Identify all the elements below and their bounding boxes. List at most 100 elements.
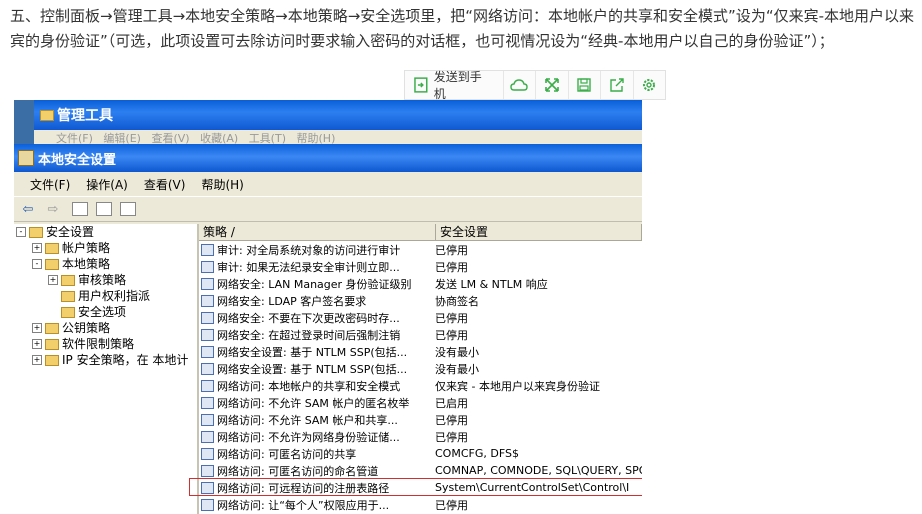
tree-item[interactable]: + 软件限制策略 bbox=[14, 336, 197, 352]
table-row[interactable]: 网络安全: 在超过登录时间后强制注销 已停用 bbox=[199, 326, 642, 343]
table-row[interactable]: 审计: 如果无法纪录安全审计则立即... 已停用 bbox=[199, 258, 642, 275]
menu-file[interactable]: 文件(F) bbox=[30, 176, 70, 193]
export-list-icon[interactable] bbox=[96, 202, 112, 216]
folder-icon bbox=[29, 226, 43, 238]
policy-name: 网络访问: 不允许为网络身份验证储... bbox=[217, 430, 400, 444]
policy-name: 网络安全: LDAP 客户签名要求 bbox=[217, 294, 367, 308]
settings-button[interactable] bbox=[634, 71, 665, 99]
expand-icon[interactable]: + bbox=[48, 275, 58, 285]
share-button[interactable] bbox=[601, 71, 634, 99]
policy-name: 网络访问: 可匿名访问的共享 bbox=[217, 447, 357, 461]
policy-name: 网络安全: 不要在下次更改密码时存... bbox=[217, 311, 400, 325]
table-row[interactable]: 网络安全: LAN Manager 身份验证级别 发送 LM & NTLM 响应 bbox=[199, 275, 642, 292]
policy-name: 审计: 对全局系统对象的访问进行审计 bbox=[217, 243, 401, 257]
policy-list: 策略 / 安全设置 审计: 对全局系统对象的访问进行审计 已停用 审计: 如果无法纪… bbox=[199, 224, 642, 514]
list-header: 策略 / 安全设置 bbox=[199, 224, 642, 241]
tree-item[interactable]: 安全选项 bbox=[14, 304, 197, 320]
table-row[interactable]: 审计: 对全局系统对象的访问进行审计 已停用 bbox=[199, 241, 642, 258]
table-row[interactable]: 网络安全设置: 基于 NTLM SSP(包括... 没有最小 bbox=[199, 360, 642, 377]
table-row[interactable]: 网络安全: 不要在下次更改密码时存... 已停用 bbox=[199, 309, 642, 326]
table-row[interactable]: 网络访问: 可匿名访问的共享 COMCFG, DFS$ bbox=[199, 445, 642, 462]
tree-item[interactable]: - 安全设置 bbox=[14, 224, 197, 240]
embedded-screenshot: 管理工具 文件(F) 编辑(E) 查看(V) 收藏(A) 工具(T) 帮助(H)… bbox=[14, 100, 642, 514]
folder-icon bbox=[45, 242, 59, 254]
policy-setting: 已停用 bbox=[435, 243, 468, 257]
policy-icon bbox=[201, 260, 214, 273]
settings-icon bbox=[643, 79, 656, 91]
policy-icon bbox=[201, 464, 214, 477]
policy-icon bbox=[201, 362, 214, 375]
table-row[interactable]: 网络安全设置: 基于 NTLM SSP(包括... 没有最小 bbox=[199, 343, 642, 360]
expand-button[interactable] bbox=[536, 71, 569, 99]
expand-icon[interactable]: + bbox=[32, 243, 42, 253]
policy-setting: 已停用 bbox=[435, 260, 468, 274]
tree-item[interactable]: + IP 安全策略，在 本地计 bbox=[14, 352, 197, 368]
send-to-phone-button[interactable]: 发送到手机 bbox=[405, 70, 504, 101]
tree-item-label: 公钥策略 bbox=[62, 321, 111, 335]
menu-help[interactable]: 帮助(H) bbox=[201, 176, 243, 193]
security-icon bbox=[18, 150, 34, 166]
table-row[interactable]: 网络访问: 不允许为网络身份验证储... 已停用 bbox=[199, 428, 642, 445]
toolbar: ⇦ ⇨ bbox=[14, 196, 642, 222]
folder-icon bbox=[40, 109, 54, 121]
collapse-icon[interactable]: - bbox=[32, 259, 42, 269]
up-folder-icon[interactable] bbox=[72, 202, 88, 216]
table-row[interactable]: 网络安全: LDAP 客户签名要求 协商签名 bbox=[199, 292, 642, 309]
column-policy[interactable]: 策略 / bbox=[199, 224, 436, 240]
folder-icon bbox=[45, 354, 59, 366]
save-button[interactable] bbox=[569, 71, 602, 99]
table-row[interactable]: 网络访问: 不允许 SAM 帐户和共享... 已停用 bbox=[199, 411, 642, 428]
policy-name: 网络安全设置: 基于 NTLM SSP(包括... bbox=[217, 362, 408, 376]
menu-bar: 文件(F) 操作(A) 查看(V) 帮助(H) bbox=[14, 172, 642, 196]
policy-setting: COMNAP, COMNODE, SQL\QUERY, SPOOLSS, I bbox=[435, 464, 642, 477]
help-icon[interactable] bbox=[120, 202, 136, 216]
table-row[interactable]: 网络访问: 本地帐户的共享和安全模式 仅来宾 - 本地用户以来宾身份验证 bbox=[199, 377, 642, 394]
tree-item[interactable]: + 公钥策略 bbox=[14, 320, 197, 336]
tree-item[interactable]: - 本地策略 bbox=[14, 256, 197, 272]
menu-view[interactable]: 查看(V) bbox=[144, 176, 186, 193]
collapse-icon[interactable]: - bbox=[16, 227, 26, 237]
policy-icon bbox=[201, 379, 214, 392]
tree-item-label: 安全选项 bbox=[78, 305, 127, 319]
list-rows: 审计: 对全局系统对象的访问进行审计 已停用 审计: 如果无法纪录安全审计则立即..… bbox=[199, 241, 642, 513]
expand-icon[interactable]: + bbox=[32, 355, 42, 365]
tree-item[interactable]: 用户权利指派 bbox=[14, 288, 197, 304]
policy-icon bbox=[201, 311, 214, 324]
folder-icon bbox=[61, 306, 75, 318]
policy-icon bbox=[201, 498, 214, 511]
admin-tools-title: 管理工具 bbox=[57, 108, 113, 124]
tree-item[interactable]: + 帐户策略 bbox=[14, 240, 197, 256]
folder-icon bbox=[61, 274, 75, 286]
policy-setting: COMCFG, DFS$ bbox=[435, 447, 519, 460]
menu-action[interactable]: 操作(A) bbox=[86, 176, 128, 193]
policy-setting: 仅来宾 - 本地用户以来宾身份验证 bbox=[435, 379, 600, 393]
send-to-phone-label: 发送到手机 bbox=[433, 70, 482, 101]
policy-icon bbox=[201, 294, 214, 307]
window-titlebar[interactable]: 本地安全设置 bbox=[14, 144, 642, 172]
policy-icon bbox=[201, 345, 214, 358]
policy-icon bbox=[201, 277, 214, 290]
cloud-button[interactable] bbox=[504, 71, 537, 99]
policy-icon bbox=[201, 243, 214, 256]
tree-item[interactable]: + 审核策略 bbox=[14, 272, 197, 288]
policy-icon bbox=[201, 328, 214, 341]
expand-icon[interactable]: + bbox=[32, 323, 42, 333]
expand-icon[interactable]: + bbox=[32, 339, 42, 349]
policy-setting: 已停用 bbox=[435, 311, 468, 325]
policy-setting: 发送 LM & NTLM 响应 bbox=[435, 277, 548, 291]
table-row[interactable]: 网络访问: 可匿名访问的命名管道 COMNAP, COMNODE, SQL\QUE… bbox=[199, 462, 642, 479]
column-security-setting[interactable]: 安全设置 bbox=[436, 224, 642, 240]
policy-setting: 已停用 bbox=[435, 430, 468, 444]
table-row[interactable]: 网络访问: 让“每个人”权限应用于... 已停用 bbox=[199, 496, 642, 513]
share-bar: 发送到手机 bbox=[404, 70, 666, 101]
policy-icon bbox=[201, 447, 214, 460]
table-row[interactable]: 网络访问: 不允许 SAM 帐户的匿名枚举 已启用 bbox=[199, 394, 642, 411]
forward-arrow-icon[interactable]: ⇨ bbox=[42, 200, 64, 218]
policy-name: 网络访问: 本地帐户的共享和安全模式 bbox=[217, 379, 401, 393]
back-arrow-icon[interactable]: ⇦ bbox=[17, 200, 39, 218]
policy-name: 网络访问: 让“每个人”权限应用于... bbox=[217, 498, 390, 512]
policy-name: 网络安全设置: 基于 NTLM SSP(包括... bbox=[217, 345, 408, 359]
policy-name: 网络访问: 不允许 SAM 帐户的匿名枚举 bbox=[217, 396, 410, 410]
policy-name: 审计: 如果无法纪录安全审计则立即... bbox=[217, 260, 400, 274]
policy-setting: 已停用 bbox=[435, 498, 468, 512]
